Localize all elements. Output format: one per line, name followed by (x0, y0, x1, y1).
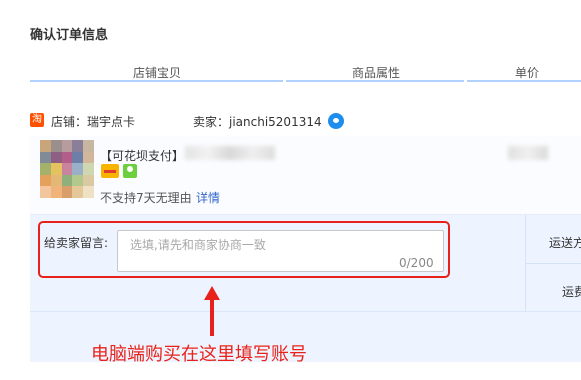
product-thumbnail[interactable] (40, 140, 94, 198)
column-header-shop-items: 店铺宝贝 (133, 66, 182, 80)
item-title[interactable]: 【可花坝支付】 (100, 147, 184, 164)
taobao-shop-icon: 淘 (30, 113, 44, 127)
credit-card-icon (101, 164, 119, 178)
seller-name[interactable]: 卖家：jianchi5201314 (193, 113, 322, 130)
header-underline (467, 80, 581, 82)
divider (525, 263, 581, 264)
blurred-text (185, 146, 275, 160)
shipping-label: 运送方 (549, 236, 581, 250)
up-arrow-icon (204, 286, 220, 336)
column-header-price: 单价 (515, 66, 540, 80)
blurred-price (508, 146, 548, 160)
chat-icon[interactable] (328, 113, 344, 129)
header-underline (30, 80, 283, 82)
header-underline (286, 80, 464, 82)
column-header-attributes: 商品属性 (352, 66, 401, 80)
seller-badge-icon (123, 164, 137, 178)
annotation-text: 电脑端购买在这里填写账号 (91, 344, 307, 365)
detail-link[interactable]: 详情 (196, 189, 220, 206)
return-policy: 不支持7天无理由 (100, 191, 192, 205)
shipping-fee-label: 运费 (562, 285, 581, 299)
highlight-box (38, 221, 450, 278)
shop-name[interactable]: 店铺：瑞宇点卡 (51, 113, 135, 130)
page-title: 确认订单信息 (30, 28, 109, 43)
